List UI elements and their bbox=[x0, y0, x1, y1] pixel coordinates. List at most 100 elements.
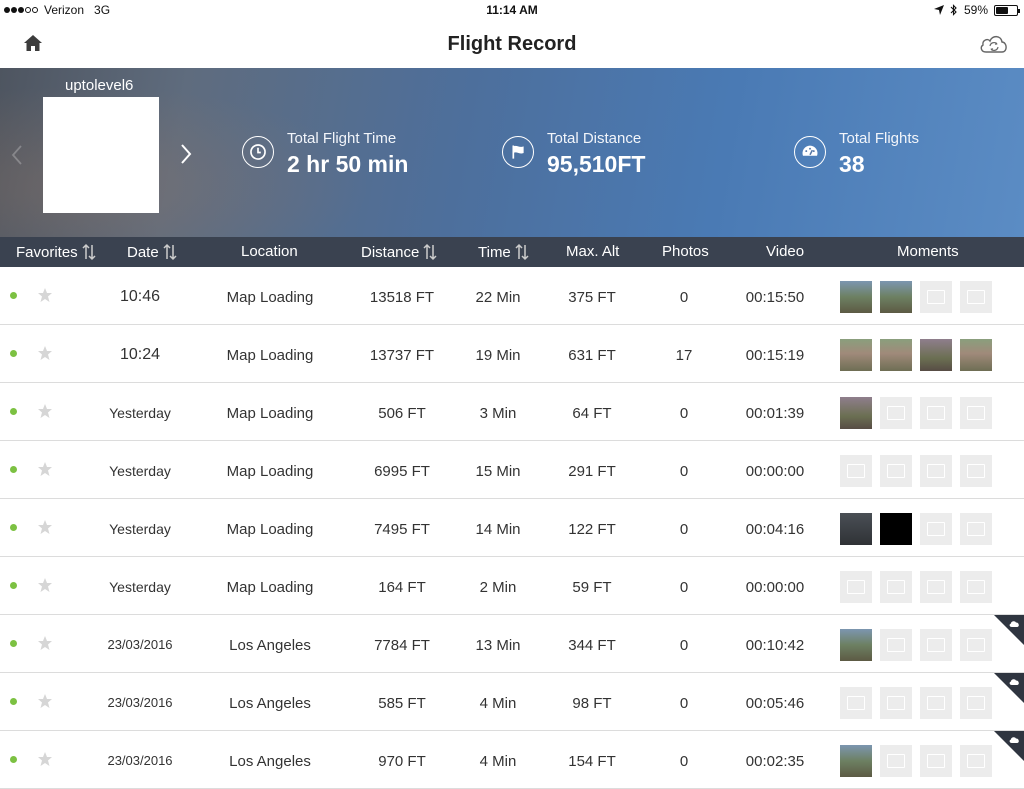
row-date: 23/03/2016 bbox=[107, 753, 173, 768]
star-icon[interactable] bbox=[37, 577, 53, 593]
moment-placeholder bbox=[960, 571, 992, 603]
row-video: 00:04:16 bbox=[745, 521, 805, 538]
image-placeholder-icon bbox=[967, 464, 985, 478]
cloud-corner-icon[interactable] bbox=[994, 731, 1024, 761]
table-header: Favorites Date Location Distance Time Ma… bbox=[0, 237, 1024, 267]
star-icon[interactable] bbox=[37, 287, 53, 303]
row-date: 23/03/2016 bbox=[107, 695, 173, 710]
stat-label: Total Flight Time bbox=[287, 130, 397, 147]
moment-thumbnail[interactable] bbox=[880, 513, 912, 545]
row-location: Los Angeles bbox=[229, 753, 311, 770]
location-arrow-icon bbox=[933, 5, 944, 15]
status-bar: Verizon 3G 11:14 AM 59% bbox=[0, 0, 1024, 20]
moment-placeholder bbox=[880, 629, 912, 661]
cloud-corner-icon[interactable] bbox=[994, 615, 1024, 645]
moment-thumbnail[interactable] bbox=[840, 281, 872, 313]
star-icon[interactable] bbox=[37, 345, 53, 361]
cloud-corner-icon[interactable] bbox=[994, 673, 1024, 703]
row-photos: 0 bbox=[679, 463, 689, 480]
row-time: 4 Min bbox=[479, 695, 517, 712]
row-max-alt: 344 FT bbox=[568, 637, 616, 654]
row-location: Map Loading bbox=[226, 405, 314, 422]
row-time: 19 Min bbox=[475, 347, 521, 364]
row-max-alt: 291 FT bbox=[568, 463, 616, 480]
star-icon[interactable] bbox=[37, 461, 53, 477]
column-header-favorites[interactable]: Favorites bbox=[16, 243, 96, 261]
row-video: 00:10:42 bbox=[745, 637, 805, 654]
table-row[interactable]: 23/03/2016 Los Angeles 970 FT 4 Min 154 … bbox=[0, 731, 1024, 789]
moment-placeholder bbox=[920, 513, 952, 545]
row-max-alt: 59 FT bbox=[572, 579, 612, 596]
row-max-alt: 98 FT bbox=[572, 695, 612, 712]
row-date: Yesterday bbox=[109, 405, 171, 421]
nav-bar: Flight Record bbox=[0, 20, 1024, 68]
table-row[interactable]: 10:24 Map Loading 13737 FT 19 Min 631 FT… bbox=[0, 325, 1024, 383]
moment-thumbnail[interactable] bbox=[840, 513, 872, 545]
stat-value: 38 bbox=[839, 151, 865, 177]
table-row[interactable]: 23/03/2016 Los Angeles 585 FT 4 Min 98 F… bbox=[0, 673, 1024, 731]
moment-placeholder bbox=[960, 281, 992, 313]
moment-placeholder bbox=[880, 397, 912, 429]
moment-thumbnail[interactable] bbox=[880, 281, 912, 313]
column-header-time[interactable]: Time bbox=[478, 243, 529, 261]
moment-placeholder bbox=[960, 397, 992, 429]
image-placeholder-icon bbox=[967, 638, 985, 652]
table-row[interactable]: Yesterday Map Loading 506 FT 3 Min 64 FT… bbox=[0, 383, 1024, 441]
moment-placeholder bbox=[880, 745, 912, 777]
image-placeholder-icon bbox=[887, 580, 905, 594]
image-placeholder-icon bbox=[927, 638, 945, 652]
page-title: Flight Record bbox=[447, 33, 577, 55]
row-time: 4 Min bbox=[479, 753, 517, 770]
moment-thumbnail[interactable] bbox=[840, 745, 872, 777]
cloud-sync-icon[interactable] bbox=[978, 31, 1010, 57]
moment-thumbnail[interactable] bbox=[880, 339, 912, 371]
star-icon[interactable] bbox=[37, 403, 53, 419]
column-label: Date bbox=[127, 243, 159, 261]
table-row[interactable]: Yesterday Map Loading 6995 FT 15 Min 291… bbox=[0, 441, 1024, 499]
row-location: Map Loading bbox=[226, 463, 314, 480]
row-video: 00:01:39 bbox=[745, 405, 805, 422]
moment-placeholder bbox=[840, 687, 872, 719]
row-time: 15 Min bbox=[475, 463, 521, 480]
moment-thumbnail[interactable] bbox=[840, 339, 872, 371]
row-time: 3 Min bbox=[479, 405, 517, 422]
moment-placeholder bbox=[920, 397, 952, 429]
row-distance: 970 FT bbox=[378, 753, 426, 770]
table-row[interactable]: Yesterday Map Loading 164 FT 2 Min 59 FT… bbox=[0, 557, 1024, 615]
avatar[interactable] bbox=[43, 97, 159, 213]
table-row[interactable]: Yesterday Map Loading 7495 FT 14 Min 122… bbox=[0, 499, 1024, 557]
row-date: Yesterday bbox=[109, 521, 171, 537]
image-placeholder-icon bbox=[847, 464, 865, 478]
row-distance: 164 FT bbox=[378, 579, 426, 596]
star-icon[interactable] bbox=[37, 519, 53, 535]
moment-thumbnail[interactable] bbox=[920, 339, 952, 371]
row-video: 00:00:00 bbox=[745, 579, 805, 596]
image-placeholder-icon bbox=[967, 406, 985, 420]
star-icon[interactable] bbox=[37, 751, 53, 767]
sync-status-dot bbox=[10, 756, 17, 763]
flag-icon bbox=[502, 136, 534, 168]
column-header-video: Video bbox=[766, 243, 804, 260]
column-label: Distance bbox=[361, 243, 420, 261]
row-photos: 0 bbox=[679, 289, 689, 306]
moment-thumbnail[interactable] bbox=[960, 339, 992, 371]
column-header-distance[interactable]: Distance bbox=[361, 243, 437, 261]
table-row[interactable]: 10:46 Map Loading 13518 FT 22 Min 375 FT… bbox=[0, 267, 1024, 325]
row-location: Map Loading bbox=[226, 521, 314, 538]
moment-thumbnail[interactable] bbox=[840, 397, 872, 429]
column-header-moments: Moments bbox=[897, 243, 959, 260]
sort-icon bbox=[515, 243, 529, 261]
image-placeholder-icon bbox=[967, 522, 985, 536]
chevron-left-icon[interactable] bbox=[10, 144, 24, 166]
moment-thumbnail[interactable] bbox=[840, 629, 872, 661]
column-header-date[interactable]: Date bbox=[127, 243, 177, 261]
star-icon[interactable] bbox=[37, 693, 53, 709]
image-placeholder-icon bbox=[927, 464, 945, 478]
stat-label: Total Flights bbox=[839, 130, 920, 147]
chevron-right-icon[interactable] bbox=[178, 142, 194, 166]
table-row[interactable]: 23/03/2016 Los Angeles 7784 FT 13 Min 34… bbox=[0, 615, 1024, 673]
star-icon[interactable] bbox=[37, 635, 53, 651]
moment-placeholder bbox=[920, 745, 952, 777]
moment-placeholder bbox=[880, 455, 912, 487]
battery-icon bbox=[994, 4, 1020, 16]
